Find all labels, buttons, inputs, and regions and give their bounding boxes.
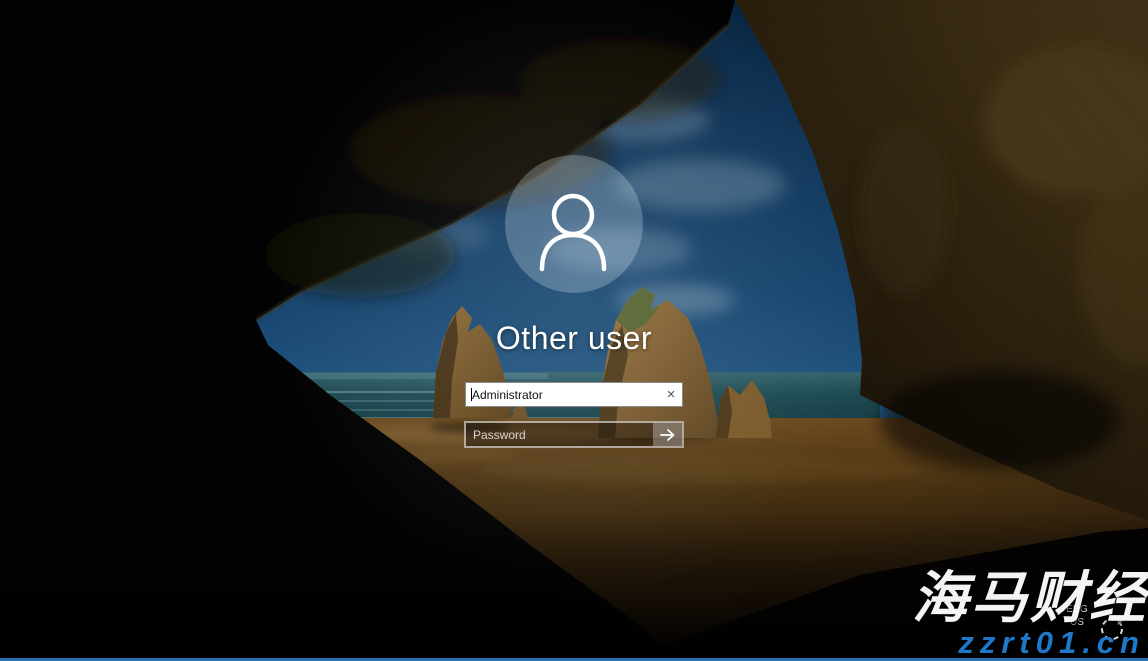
password-input[interactable] xyxy=(466,423,652,446)
username-field[interactable]: × xyxy=(465,382,683,407)
avatar xyxy=(505,155,643,293)
other-user-title: Other user xyxy=(404,320,744,357)
username-input[interactable] xyxy=(466,383,682,406)
watermark: 海马财经 zzrt01.cn xyxy=(912,570,1148,658)
text-caret xyxy=(471,388,472,401)
clear-text-button[interactable]: × xyxy=(660,383,682,406)
watermark-site-text: zzrt01.cn xyxy=(912,627,1148,658)
windows-login-screen: Other user × ENG US 海马财经 zzrt01.cn xyxy=(0,0,1148,661)
watermark-brand-text: 海马财经 xyxy=(912,570,1148,626)
submit-arrow-icon xyxy=(659,428,677,442)
submit-button[interactable] xyxy=(653,423,682,446)
person-icon xyxy=(505,155,643,293)
close-icon: × xyxy=(667,387,676,402)
password-field[interactable] xyxy=(464,421,684,448)
